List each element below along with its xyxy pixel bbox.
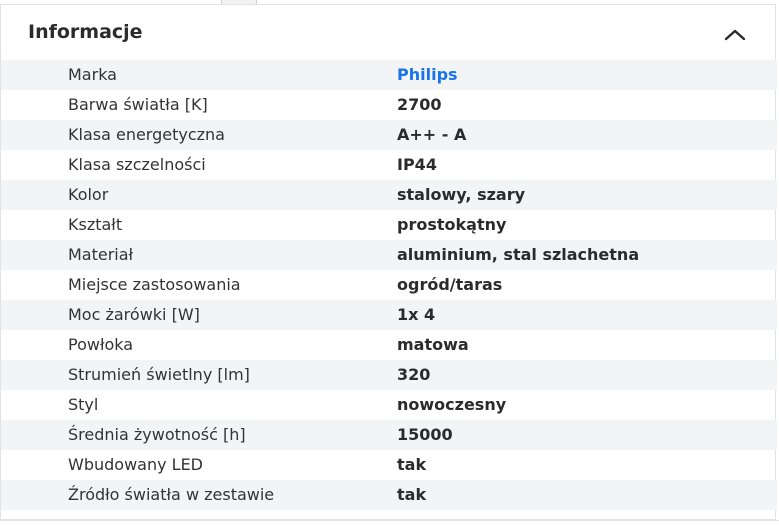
panel-header[interactable]: Informacje [1,5,775,60]
spec-label: Klasa energetyczna [68,125,225,144]
spec-row: Miejsce zastosowania ogród/taras [1,270,777,300]
spec-row: Powłoka matowa [1,330,777,360]
spec-label: Moc żarówki [W] [68,305,200,324]
spec-row: Klasa szczelności IP44 [1,150,777,180]
panel-title: Informacje [28,21,143,43]
spec-row: Materiał aluminium, stal szlachetna [1,240,777,270]
spec-row: Klasa energetyczna A++ - A [1,120,777,150]
information-panel: Informacje Marka Philips Barwa światła [… [0,4,777,520]
spec-value: stalowy, szary [397,185,526,204]
spec-value: aluminium, stal szlachetna [397,245,640,264]
spec-row: Marka Philips [1,60,777,90]
spec-value: prostokątny [397,215,507,234]
spec-table: Marka Philips Barwa światła [K] 2700 Kla… [1,60,777,510]
spec-label: Źródło światła w zestawie [68,485,275,504]
spec-value: ogród/taras [397,275,503,294]
spec-label: Klasa szczelności [68,155,206,174]
spec-row: Styl nowoczesny [1,390,777,420]
spec-value-link[interactable]: Philips [397,60,458,90]
spec-label: Kolor [68,185,109,204]
spec-label: Styl [68,395,99,414]
spec-value: A++ - A [397,125,467,144]
spec-value: nowoczesny [397,395,507,414]
spec-label: Marka [68,65,117,84]
spec-row: Źródło światła w zestawie tak [1,480,777,510]
spec-label: Wbudowany LED [68,455,203,474]
spec-row: Strumień świetlny [lm] 320 [1,360,777,390]
spec-value: matowa [397,335,469,354]
bottom-divider [0,520,779,521]
spec-label: Materiał [68,245,134,264]
spec-value: 320 [397,365,431,384]
spec-label: Powłoka [68,335,134,354]
spec-label: Strumień świetlny [lm] [68,365,250,384]
spec-label: Miejsce zastosowania [68,275,241,294]
spec-value: tak [397,485,427,504]
spec-row: Średnia żywotność [h] 15000 [1,420,777,450]
spec-value: 2700 [397,95,442,114]
spec-label: Kształt [68,215,123,234]
spec-value: 15000 [397,425,453,444]
chevron-up-icon [724,29,746,41]
spec-row: Moc żarówki [W] 1x 4 [1,300,777,330]
spec-row: Kolor stalowy, szary [1,180,777,210]
spec-row: Wbudowany LED tak [1,450,777,480]
spec-row: Kształt prostokątny [1,210,777,240]
collapse-button[interactable] [723,23,747,47]
spec-value: IP44 [397,155,437,174]
spec-value: 1x 4 [397,305,436,324]
spec-label: Średnia żywotność [h] [68,425,246,444]
spec-row: Barwa światła [K] 2700 [1,90,777,120]
spec-label: Barwa światła [K] [68,95,208,114]
spec-value: tak [397,455,427,474]
